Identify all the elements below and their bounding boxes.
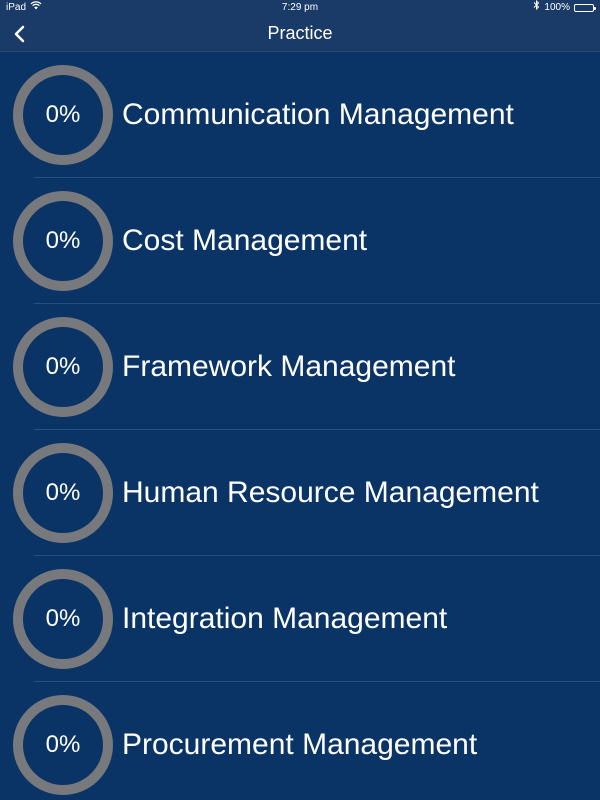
topic-list: 0% Communication Management 0% Cost Mana… (0, 52, 600, 800)
progress-percent: 0% (45, 353, 81, 380)
topic-label: Integration Management (122, 602, 448, 635)
list-item[interactable]: 0% Integration Management (0, 556, 600, 682)
page-title: Practice (267, 23, 333, 43)
list-item[interactable]: 0% Cost Management (0, 178, 600, 304)
status-time: 7:29 pm (281, 2, 319, 13)
list-item[interactable]: 0% Communication Management (0, 52, 600, 178)
list-item[interactable]: 0% Framework Management (0, 304, 600, 430)
progress-ring: 0% (13, 569, 113, 669)
topic-label: Cost Management (122, 224, 368, 257)
battery-icon (574, 4, 596, 12)
progress-percent: 0% (45, 605, 81, 632)
progress-ring: 0% (13, 443, 113, 543)
bluetooth-icon (533, 0, 540, 16)
progress-percent: 0% (45, 227, 81, 254)
progress-percent: 0% (45, 731, 81, 758)
progress-ring: 0% (13, 65, 113, 165)
progress-ring: 0% (13, 317, 113, 417)
list-item[interactable]: 0% Procurement Management (0, 682, 600, 800)
list-item[interactable]: 0% Human Resource Management (0, 430, 600, 556)
progress-percent: 0% (45, 479, 81, 506)
progress-percent: 0% (45, 101, 81, 128)
battery-percent: 100% (544, 2, 570, 13)
topic-label: Human Resource Management (122, 476, 539, 509)
navigation-bar: Practice (0, 16, 600, 52)
status-bar: iPad 7:29 pm 100% (0, 0, 600, 16)
status-right: 100% (533, 0, 596, 16)
topic-label: Procurement Management (122, 728, 478, 761)
progress-ring: 0% (13, 695, 113, 795)
topic-label: Framework Management (122, 350, 456, 383)
topic-label: Communication Management (122, 98, 514, 131)
progress-ring: 0% (13, 191, 113, 291)
